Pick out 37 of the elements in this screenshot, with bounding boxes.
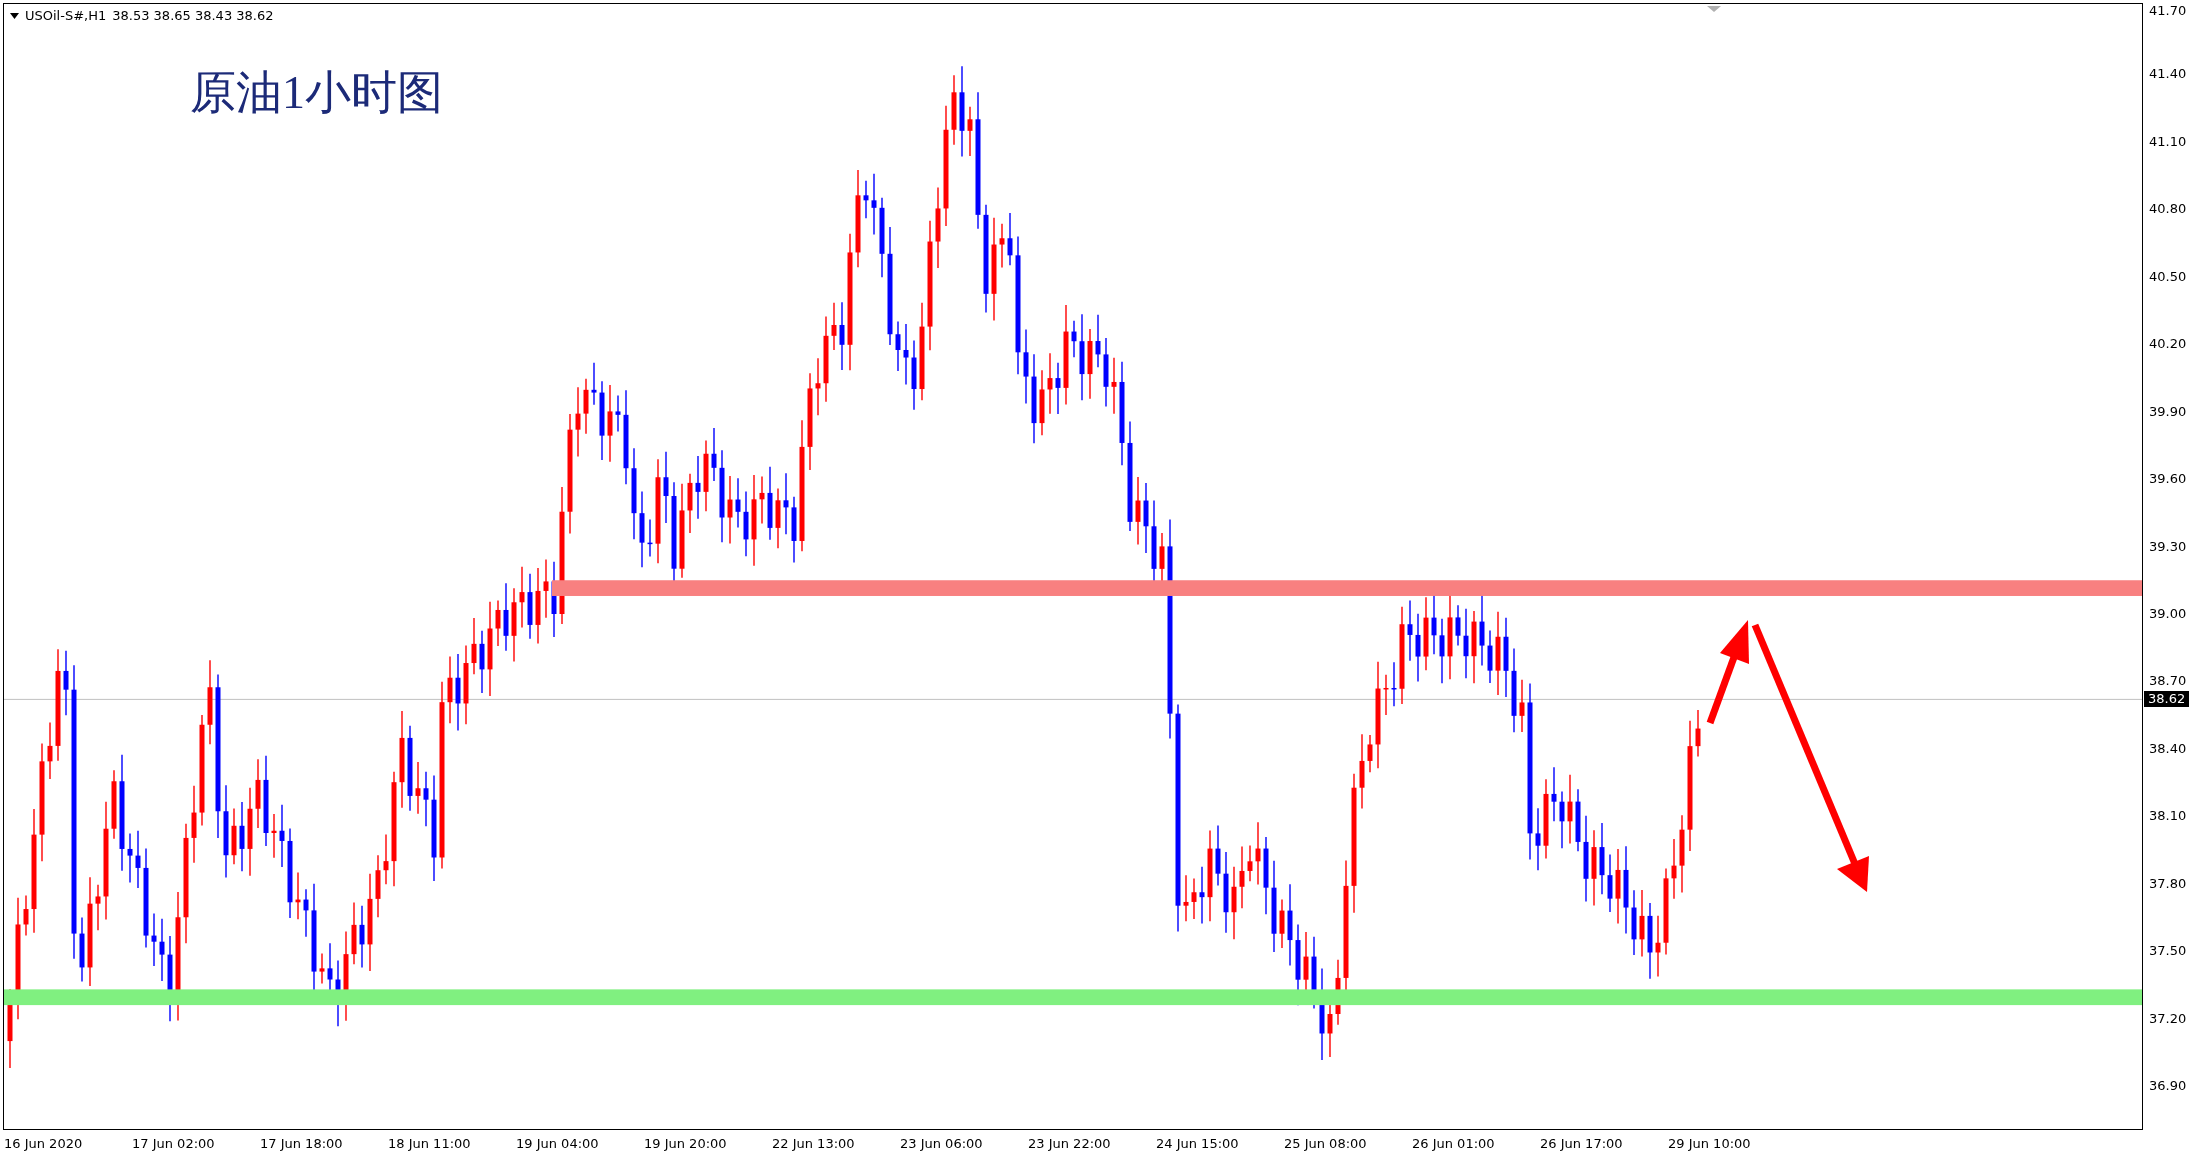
time-tick-label: 17 Jun 18:00: [260, 1135, 344, 1153]
price-tick-label: 39.30: [2149, 538, 2187, 555]
time-tick-label: 26 Jun 17:00: [1540, 1135, 1624, 1153]
time-tick-label: 19 Jun 20:00: [644, 1135, 728, 1153]
price-tick-label: 41.40: [2149, 66, 2187, 83]
price-tick-label: 37.20: [2149, 1010, 2187, 1027]
price-tick-label: 39.90: [2149, 403, 2187, 420]
time-tick-label: 16 Jun 2020: [4, 1135, 84, 1153]
price-tick-label: 38.40: [2149, 740, 2187, 757]
price-tick-label: 37.50: [2149, 943, 2187, 960]
price-tick-label: 41.10: [2149, 133, 2187, 150]
time-tick-label: 26 Jun 01:00: [1412, 1135, 1496, 1153]
time-tick-label: 24 Jun 15:00: [1156, 1135, 1240, 1153]
price-tick-label: 36.90: [2149, 1078, 2187, 1095]
chart-title: 原油1小时图: [190, 66, 443, 120]
price-tick-label: 37.80: [2149, 875, 2187, 892]
price-tick-label: 40.80: [2149, 201, 2187, 218]
time-tick-label: 25 Jun 08:00: [1284, 1135, 1368, 1153]
time-tick-label: 22 Jun 13:00: [772, 1135, 856, 1153]
price-tick-label: 38.10: [2149, 808, 2187, 825]
quote-values: 38.53 38.65 38.43 38.62: [112, 8, 274, 23]
time-tick-label: 17 Jun 02:00: [132, 1135, 216, 1153]
price-tick-label: 38.70: [2149, 673, 2187, 690]
time-tick-label: 19 Jun 04:00: [516, 1135, 600, 1153]
time-tick-label: 23 Jun 22:00: [1028, 1135, 1112, 1153]
price-tick-label: 40.20: [2149, 336, 2187, 353]
time-tick-label: 23 Jun 06:00: [900, 1135, 984, 1153]
price-tick-label: 39.00: [2149, 605, 2187, 622]
time-tick-label: 29 Jun 10:00: [1668, 1135, 1752, 1153]
symbol-label: USOil-S#,H1: [25, 8, 107, 23]
price-tick-label: 40.50: [2149, 268, 2187, 285]
scroll-marker-icon: [1707, 6, 1721, 12]
price-tick-label: 39.60: [2149, 471, 2187, 488]
price-tick-label: 41.70: [2149, 3, 2187, 19]
dropdown-triangle-icon[interactable]: [10, 12, 19, 19]
time-tick-label: 18 Jun 11:00: [388, 1135, 472, 1153]
current-price-label: 38.62: [2144, 691, 2190, 708]
